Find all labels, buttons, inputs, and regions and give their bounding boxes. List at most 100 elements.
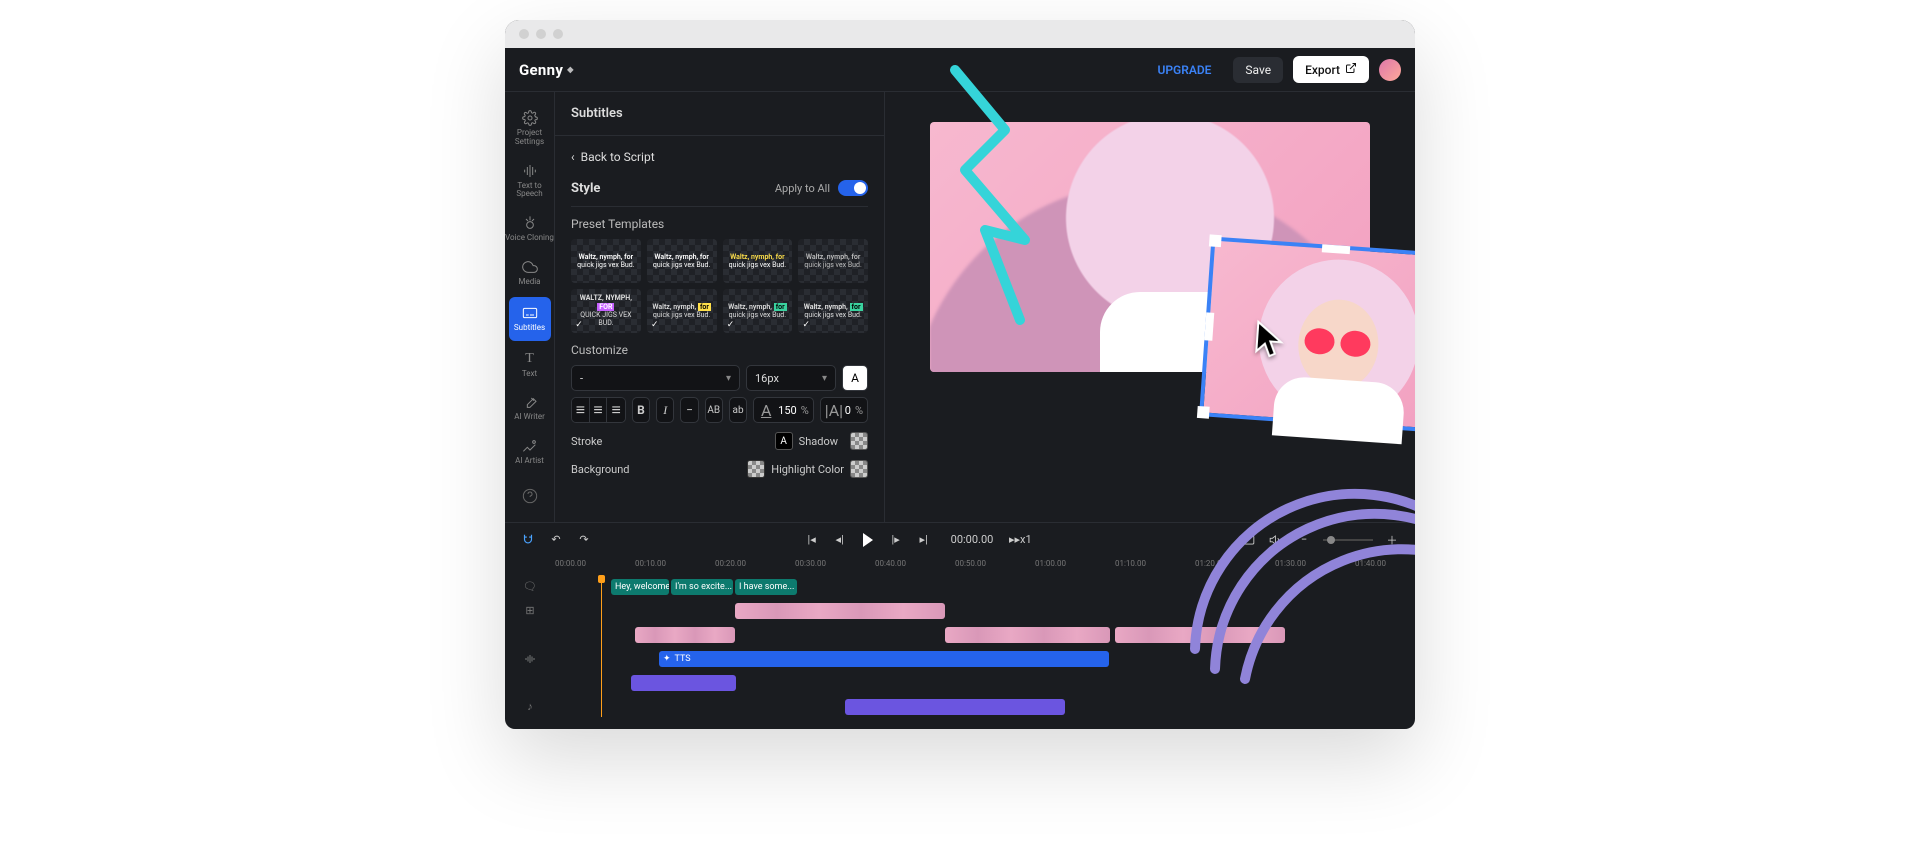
- user-avatar[interactable]: [1379, 59, 1401, 81]
- preset-template[interactable]: Waltz, nymph, forquick jigs vex Bud.: [647, 239, 717, 283]
- timeline-clip[interactable]: [845, 699, 1065, 715]
- timeline-clip[interactable]: [635, 627, 735, 643]
- timeline-clip[interactable]: ✦TTS: [659, 651, 1109, 667]
- sidebar-item-text-to-speech[interactable]: Text toSpeech: [505, 155, 555, 208]
- timeline-clip[interactable]: [735, 603, 945, 619]
- align-right-button[interactable]: ≡: [607, 398, 624, 422]
- sidebar-item-text[interactable]: T Text: [505, 343, 555, 387]
- time-ruler[interactable]: 00:00.0000:10.0000:20.0000:30.0000:40.00…: [555, 557, 1415, 573]
- background-color-swatch[interactable]: [747, 460, 765, 478]
- preset-template[interactable]: Waltz, nymph, forquick jigs vex Bud.: [571, 239, 641, 283]
- add-track-icon[interactable]: ⊞: [505, 604, 555, 617]
- preset-template[interactable]: Waltz, nymph, forquick jigs vex Bud.✓: [647, 289, 717, 333]
- zoom-slider[interactable]: [1323, 539, 1373, 541]
- panel-title: Subtitles: [555, 92, 884, 136]
- timeline-clip[interactable]: I have some...: [735, 579, 797, 595]
- help-button[interactable]: [505, 474, 555, 522]
- check-icon: ✓: [801, 320, 811, 330]
- timeline-clip[interactable]: [1115, 627, 1285, 643]
- next-frame-button[interactable]: |▸: [887, 531, 905, 549]
- ai-writer-icon: [522, 394, 538, 410]
- zoom-in-button[interactable]: ＋: [1383, 531, 1401, 549]
- app-logo: Genny ◆: [519, 61, 574, 79]
- prev-frame-button[interactable]: ◂|: [831, 531, 849, 549]
- tts-track: ✦TTS: [505, 649, 1415, 669]
- italic-button[interactable]: I: [656, 397, 674, 423]
- preset-template[interactable]: Waltz, nymph, forquick jigs vex Bud.: [798, 239, 868, 283]
- captions-toggle[interactable]: [1239, 531, 1257, 549]
- font-family-select[interactable]: -▾: [571, 365, 740, 391]
- sidebar-item-media[interactable]: Media: [505, 251, 555, 295]
- export-button[interactable]: Export: [1293, 56, 1369, 83]
- customize-label: Customize: [571, 343, 868, 357]
- sidebar-item-ai-writer[interactable]: AI Writer: [505, 386, 555, 430]
- timeline-clip[interactable]: Hey, welcome: [611, 579, 669, 595]
- highlight-color-swatch[interactable]: [850, 460, 868, 478]
- traffic-light-close[interactable]: [519, 29, 529, 39]
- shadow-color-swatch[interactable]: [850, 432, 868, 450]
- back-label: Back to Script: [581, 150, 655, 164]
- redo-button[interactable]: ↷: [575, 531, 593, 549]
- left-sidebar: ProjectSettings Text toSpeech Voice Clon…: [505, 92, 555, 522]
- magnet-button[interactable]: [519, 531, 537, 549]
- font-size-select[interactable]: 16px▾: [746, 365, 836, 391]
- letter-spacing-input[interactable]: |A| 0 %: [820, 397, 868, 423]
- sidebar-item-label: Text: [522, 370, 537, 379]
- lowercase-button[interactable]: ab: [729, 397, 747, 423]
- skip-start-button[interactable]: |◂: [803, 531, 821, 549]
- speed-button[interactable]: ▸▸ x1: [1011, 531, 1029, 549]
- audio-track-2: ♪: [505, 697, 1415, 717]
- subtitle-track-icon: 🗨: [505, 580, 555, 593]
- sidebar-item-ai-artist[interactable]: AI Artist: [505, 430, 555, 474]
- preset-template[interactable]: WALTZ, NYMPH, FORQUICK JIGS VEX BUD.✓: [571, 289, 641, 333]
- traffic-light-zoom[interactable]: [553, 29, 563, 39]
- case-decrease-button[interactable]: −: [680, 397, 698, 423]
- volume-button[interactable]: [1267, 531, 1285, 549]
- text-color-button[interactable]: A: [842, 365, 868, 391]
- timeline-clip[interactable]: [631, 675, 736, 691]
- align-center-icon: ≡: [593, 400, 602, 420]
- ruler-tick: 01:00.00: [1035, 559, 1066, 568]
- preset-grid: Waltz, nymph, forquick jigs vex Bud. Wal…: [571, 239, 868, 333]
- align-left-icon: ≡: [576, 400, 585, 420]
- timeline-clip[interactable]: [945, 627, 1110, 643]
- apply-to-all-toggle[interactable]: [838, 180, 868, 196]
- video-canvas[interactable]: [930, 122, 1370, 372]
- person-shirt-shape: [1100, 292, 1260, 372]
- stroke-color-swatch[interactable]: A: [775, 432, 793, 450]
- preset-template[interactable]: Waltz, nymph, forquick jigs vex Bud.✓: [798, 289, 868, 333]
- bold-button[interactable]: B: [632, 397, 650, 423]
- subtitle-panel: Subtitles ‹ Back to Script Style Apply t…: [555, 92, 885, 522]
- waveform-icon: [522, 163, 538, 179]
- zoom-out-button[interactable]: −: [1295, 531, 1313, 549]
- save-button[interactable]: Save: [1233, 57, 1283, 83]
- music-track-icon: ♪: [505, 700, 555, 713]
- skip-end-button[interactable]: ▸|: [915, 531, 933, 549]
- sidebar-item-voice-cloning[interactable]: Voice Cloning: [505, 207, 555, 251]
- video-track-1: ⊞: [505, 601, 1415, 621]
- preview-area: [885, 92, 1415, 522]
- traffic-light-minimize[interactable]: [536, 29, 546, 39]
- sidebar-item-project-settings[interactable]: ProjectSettings: [505, 102, 555, 155]
- back-to-script-button[interactable]: ‹ Back to Script: [571, 146, 868, 174]
- uppercase-button[interactable]: AB: [705, 397, 723, 423]
- undo-button[interactable]: ↶: [547, 531, 565, 549]
- timeline-clip[interactable]: I'm so excite...: [671, 579, 733, 595]
- preset-template[interactable]: Waltz, nymph, forquick jigs vex Bud.: [723, 239, 793, 283]
- playhead[interactable]: [601, 577, 602, 717]
- ruler-tick: 01:10.00: [1115, 559, 1146, 568]
- background-label: Background: [571, 463, 629, 476]
- align-left-button[interactable]: ≡: [572, 398, 590, 422]
- topbar-actions: UPGRADE Save Export: [1145, 56, 1401, 83]
- align-center-button[interactable]: ≡: [590, 398, 608, 422]
- play-button[interactable]: [859, 531, 877, 549]
- subtitles-icon: [522, 305, 538, 321]
- video-track-2: [505, 625, 1415, 645]
- line-height-input[interactable]: A 150 %: [753, 397, 814, 423]
- upgrade-button[interactable]: UPGRADE: [1145, 57, 1223, 83]
- help-icon: [522, 488, 538, 508]
- sidebar-item-label: AI Writer: [514, 413, 545, 422]
- sidebar-item-subtitles[interactable]: Subtitles: [509, 297, 551, 341]
- preset-template[interactable]: Waltz, nymph, forquick jigs vex Bud.✓: [723, 289, 793, 333]
- gear-icon: [522, 110, 538, 126]
